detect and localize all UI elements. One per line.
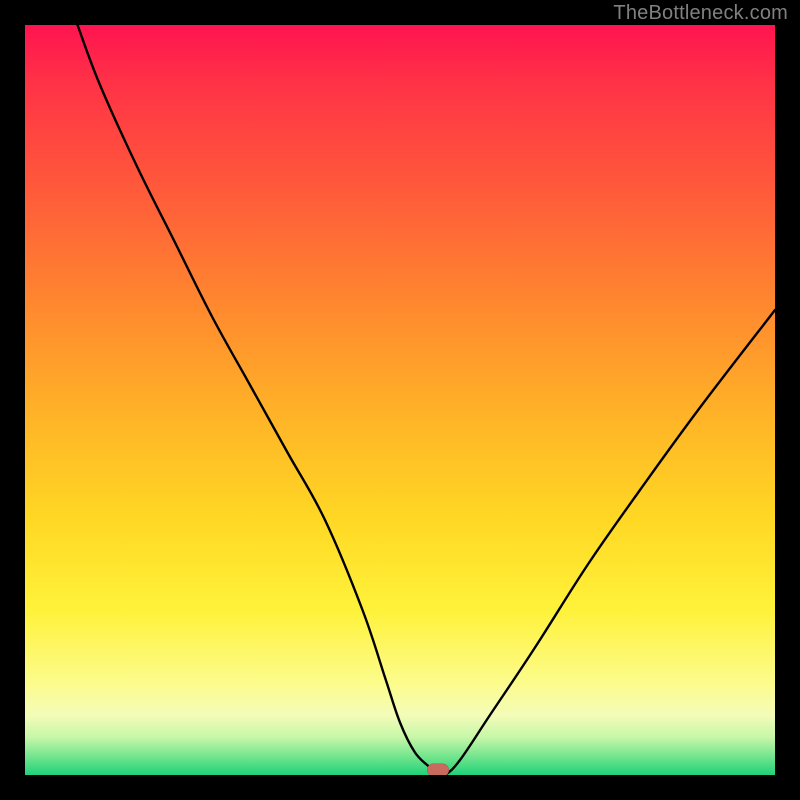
minimum-marker [427,764,449,776]
bottleneck-curve [78,25,776,775]
curve-svg [25,25,775,775]
chart-frame: TheBottleneck.com [0,0,800,800]
watermark-text: TheBottleneck.com [613,2,788,25]
plot-area [25,25,775,775]
